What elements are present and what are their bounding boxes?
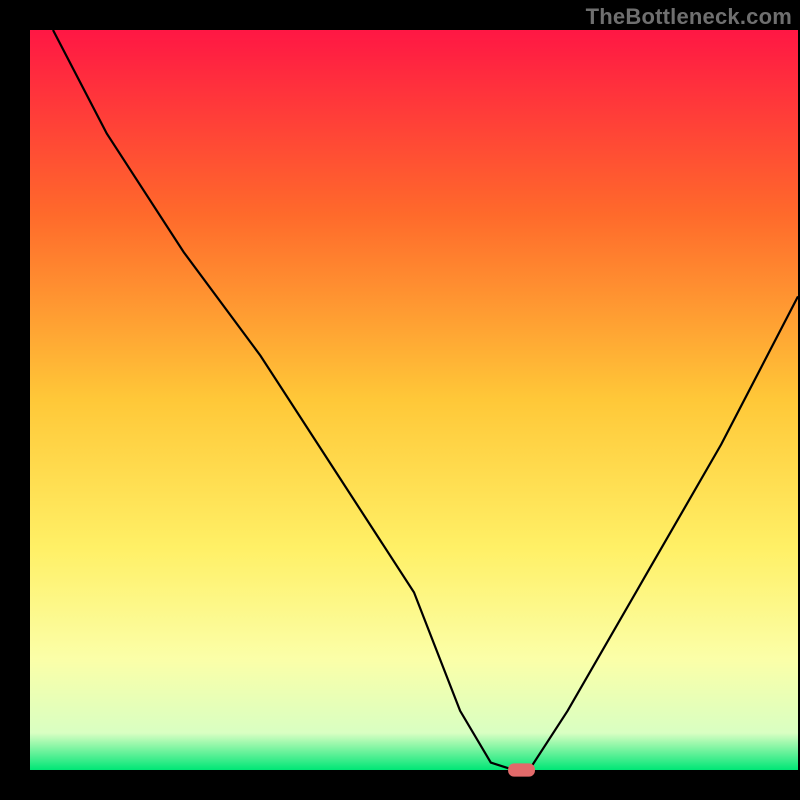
bottleneck-chart (0, 0, 800, 800)
watermark: TheBottleneck.com (586, 4, 792, 30)
chart-background (30, 30, 798, 770)
target-marker (508, 763, 535, 776)
